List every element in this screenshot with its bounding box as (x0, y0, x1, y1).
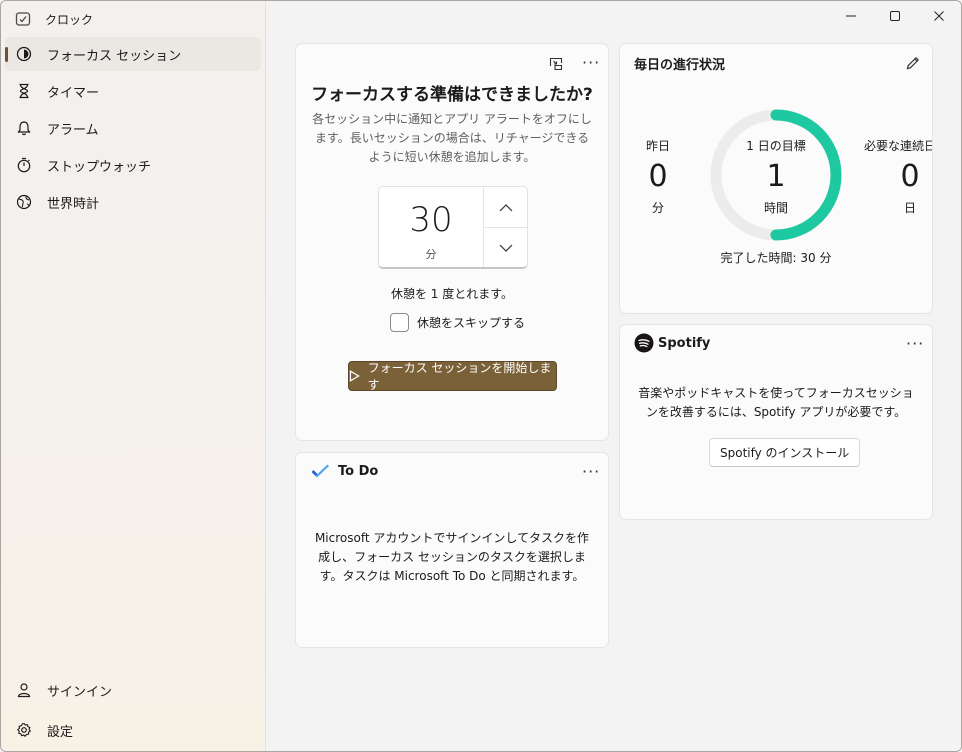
sidebar-item-focus-session[interactable]: フォーカス セッション (5, 37, 261, 71)
sidebar-item-label: サインイン (47, 684, 113, 700)
hourglass-icon (15, 82, 33, 100)
sidebar-nav: フォーカス セッション タイマー アラーム ストップウォッチ 世界時計 (5, 37, 261, 222)
sidebar-item-stopwatch[interactable]: ストップウォッチ (5, 148, 261, 182)
spotify-more-options-button[interactable]: ··· (906, 336, 924, 352)
clock-app-icon (15, 12, 31, 26)
sidebar-bottom: サインイン 設定 (5, 673, 261, 750)
goal-value: 1 (766, 159, 786, 194)
gear-icon (15, 721, 33, 739)
play-icon (349, 370, 360, 382)
clock-window: クロック フォーカス セッション タイマー アラーム ストップウォッチ 世界時計… (0, 0, 962, 752)
streak-label: 必要な連続日数 (863, 139, 932, 153)
focus-description: 各セッション中に通知とアプリ アラートをオフにします。長いセッションの場合は、リ… (312, 112, 592, 164)
streak-unit: 日 (903, 201, 916, 215)
maximize-button[interactable] (873, 1, 917, 31)
spotify-description: 音楽やポッドキャストを使ってフォーカスセッションを改善するには、Spotify … (638, 386, 914, 419)
increase-button[interactable] (484, 187, 527, 227)
todo-header: To Do (310, 463, 378, 479)
break-info: 休憩を 1 度とれます。 (390, 287, 514, 301)
streak-value: 0 (900, 159, 920, 194)
skip-break-label[interactable]: 休憩をスキップする (417, 314, 525, 331)
focus-session-card: ··· フォーカスする準備はできましたか? 各セッション中に通知とアプリ アラー… (295, 43, 609, 441)
sidebar-item-label: タイマー (47, 85, 100, 101)
todo-logo-icon (311, 464, 329, 478)
sidebar-item-sign-in[interactable]: サインイン (5, 673, 261, 707)
todo-more-options-button[interactable]: ··· (582, 464, 600, 480)
sidebar-item-label: 設定 (47, 724, 74, 740)
compact-mode-icon[interactable] (548, 56, 564, 72)
person-icon (15, 681, 33, 699)
todo-description: Microsoft アカウントでサインインしてタスクを作成し、フォーカス セッシ… (314, 531, 590, 583)
sidebar-item-label: ストップウォッチ (47, 159, 152, 175)
app-title: クロック (45, 12, 94, 27)
goal-label: 1 日の目標 (746, 139, 806, 153)
duration-minutes[interactable]: 30 (379, 200, 483, 240)
maximize-icon (890, 11, 900, 21)
app-titlebar: クロック (15, 9, 93, 29)
progress-title: 毎日の進行状況 (634, 58, 726, 73)
sidebar: クロック フォーカス セッション タイマー アラーム ストップウォッチ 世界時計… (1, 1, 266, 751)
sidebar-item-label: アラーム (47, 122, 99, 138)
spotify-install-button[interactable]: Spotify のインストール (709, 438, 861, 467)
start-label: フォーカス セッションを開始します (367, 361, 552, 392)
daily-progress-card: 毎日の進行状況 昨日 0 分 1 日の目標 1 時間 必要な連続日数 0 日 完… (619, 43, 933, 314)
spotify-logo-icon (634, 333, 654, 353)
focus-more-options-button[interactable]: ··· (582, 55, 600, 71)
sidebar-item-label: フォーカス セッション (47, 48, 182, 64)
sidebar-item-alarm[interactable]: アラーム (5, 111, 261, 145)
chevron-up-icon (499, 203, 512, 211)
stopwatch-icon (15, 156, 33, 174)
completed-time: 完了した時間: 30 分 (720, 251, 832, 265)
spotify-title: Spotify (658, 335, 711, 351)
minimize-icon (846, 15, 856, 17)
goal-unit: 時間 (763, 201, 788, 215)
minimize-button[interactable] (829, 1, 873, 31)
sidebar-item-world-clock[interactable]: 世界時計 (5, 185, 261, 219)
bell-icon (15, 119, 33, 137)
close-button[interactable] (917, 1, 961, 31)
sidebar-item-label: 世界時計 (47, 196, 100, 212)
skip-break-checkbox[interactable] (390, 313, 409, 332)
streak-column: 必要な連続日数 0 日 (852, 44, 932, 313)
sidebar-item-timer[interactable]: タイマー (5, 74, 261, 108)
window-controls (829, 1, 961, 31)
start-focus-session-button[interactable]: フォーカス セッションを開始します (348, 361, 557, 392)
skip-break-checkbox-row[interactable]: 休憩をスキップする (390, 313, 525, 332)
focus-title: フォーカスする準備はできましたか? (311, 85, 593, 105)
todo-card: To Do ··· Microsoft アカウントでサインインしてタスクを作成し… (295, 452, 609, 648)
spotify-card: Spotify ··· 音楽やポッドキャストを使ってフォーカスセッションを改善す… (619, 324, 933, 520)
main-content: ··· フォーカスする準備はできましたか? 各セッション中に通知とアプリ アラー… (266, 1, 961, 751)
close-icon (934, 11, 944, 21)
sidebar-item-settings[interactable]: 設定 (5, 713, 261, 747)
yesterday-value: 0 (648, 159, 668, 194)
yesterday-label: 昨日 (645, 139, 670, 153)
spotify-header: Spotify (634, 333, 710, 353)
globe-icon (15, 193, 33, 211)
chevron-down-icon (499, 244, 512, 252)
duration-unit: 分 (425, 248, 437, 261)
yesterday-unit: 分 (651, 201, 664, 215)
duration-stepper[interactable]: 30 分 (378, 186, 528, 269)
todo-title: To Do (338, 463, 379, 479)
decrease-button[interactable] (484, 228, 527, 268)
focus-icon (15, 45, 33, 63)
